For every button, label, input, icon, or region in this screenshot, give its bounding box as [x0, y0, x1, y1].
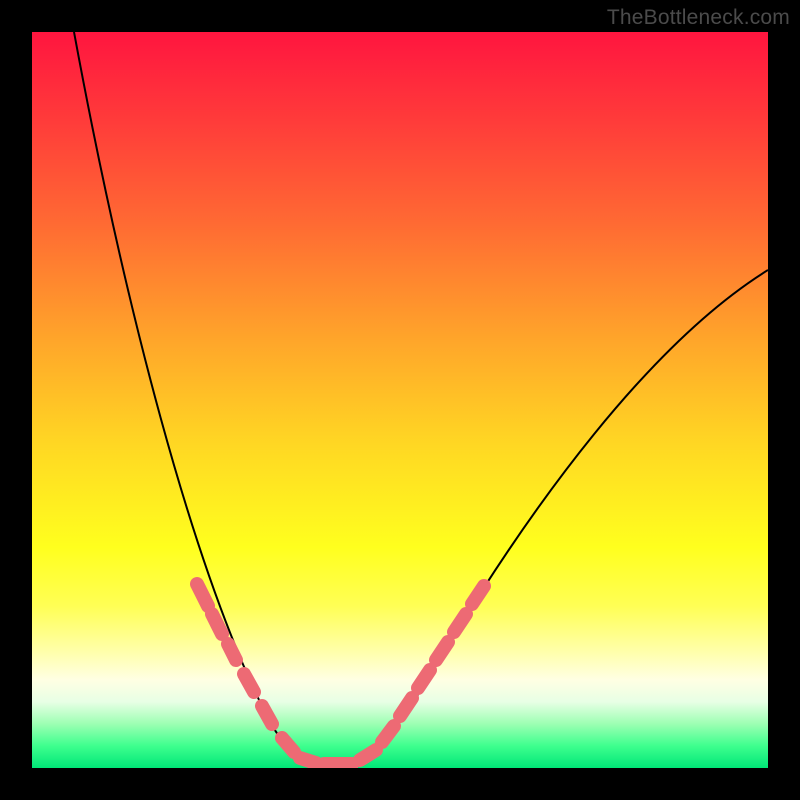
marker-band-left — [197, 584, 294, 752]
marker-seg — [418, 670, 430, 688]
marker-seg — [244, 674, 254, 692]
marker-seg — [436, 642, 448, 660]
marker-band-right — [382, 586, 484, 742]
marker-seg — [300, 758, 316, 763]
marker-seg — [282, 738, 294, 752]
marker-seg — [212, 614, 222, 634]
marker-seg — [382, 726, 394, 742]
plot-area — [32, 32, 768, 768]
marker-seg — [262, 706, 272, 724]
marker-seg — [472, 586, 484, 604]
chart-frame: TheBottleneck.com — [0, 0, 800, 800]
marker-band-bottom — [300, 750, 376, 764]
curve-layer — [32, 32, 768, 768]
bottleneck-curve — [74, 32, 768, 764]
marker-seg — [228, 644, 236, 660]
marker-seg — [454, 614, 466, 632]
marker-seg — [197, 584, 208, 606]
watermark-text: TheBottleneck.com — [607, 6, 790, 30]
marker-seg — [360, 750, 376, 760]
marker-seg — [400, 698, 412, 716]
